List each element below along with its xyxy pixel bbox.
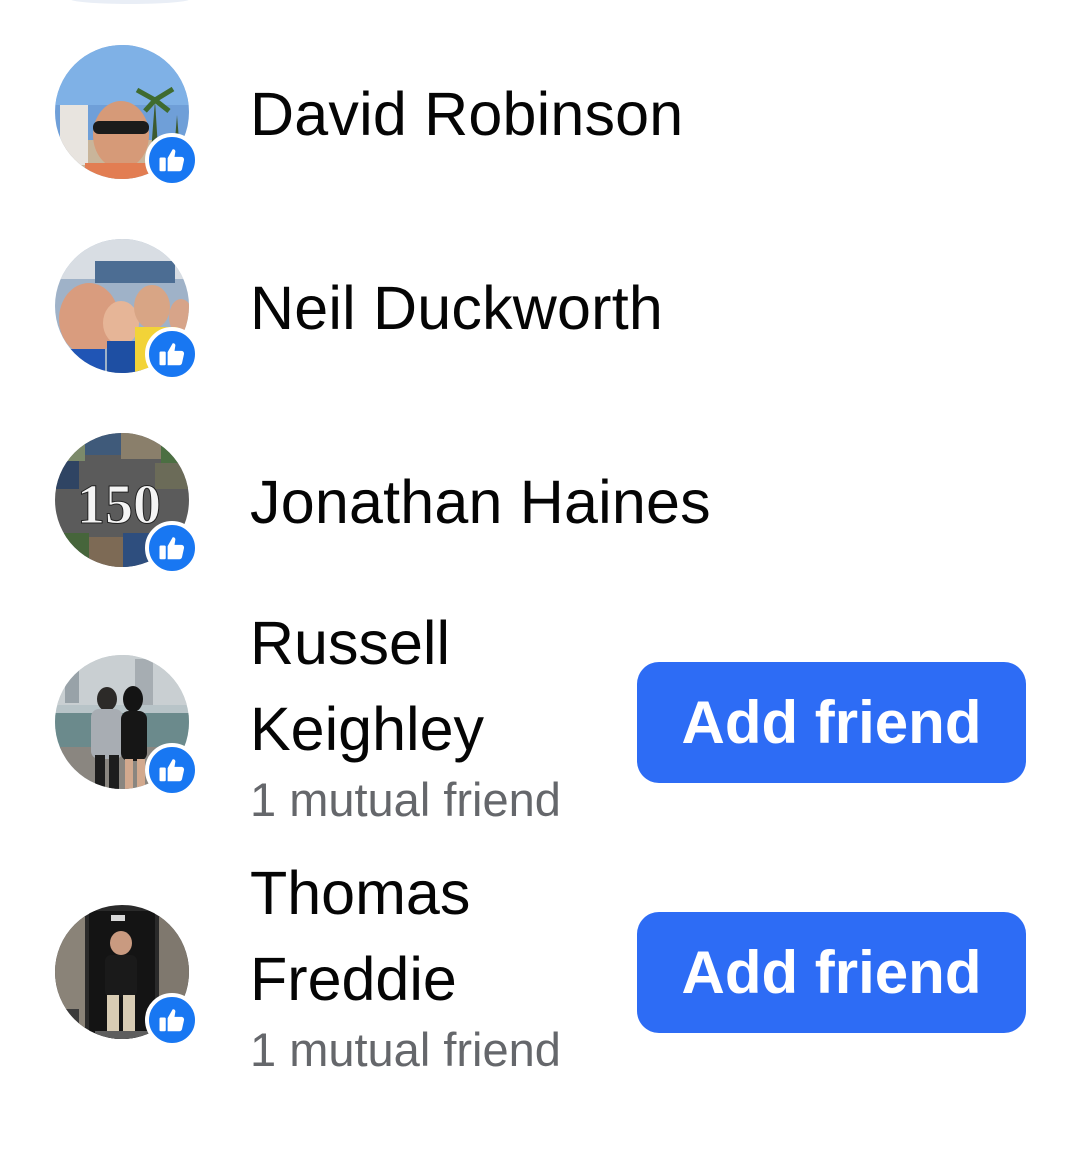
like-icon: [145, 521, 199, 575]
add-friend-button[interactable]: Add friend: [637, 662, 1026, 783]
reactor-name[interactable]: Neil Duckworth: [250, 265, 663, 351]
like-icon: [145, 327, 199, 381]
reactor-row[interactable]: Thomas Freddie 1 mutual friend Add frien…: [0, 850, 1080, 1095]
avatar[interactable]: [55, 905, 199, 1047]
add-friend-button[interactable]: Add friend: [637, 912, 1026, 1033]
mutual-friends[interactable]: 1 mutual friend: [250, 772, 561, 828]
like-icon: [145, 133, 199, 187]
reactor-name-line: Russell: [250, 609, 451, 677]
avatar[interactable]: [55, 239, 199, 381]
reactor-name[interactable]: David Robinson: [250, 71, 683, 157]
reactor-row[interactable]: Neil Duckworth: [0, 210, 1080, 405]
like-icon: [145, 993, 199, 1047]
like-icon: [145, 743, 199, 797]
reactor-name[interactable]: Thomas Freddie: [250, 850, 630, 1022]
avatar[interactable]: [55, 655, 199, 797]
avatar[interactable]: 150: [55, 433, 199, 575]
avatar-150-text: 150: [77, 474, 161, 536]
avatar[interactable]: [55, 45, 199, 187]
reactor-name-line: Thomas: [250, 859, 471, 927]
reactor-row[interactable]: David Robinson: [0, 0, 1080, 210]
reactor-name-line: Keighley: [250, 695, 484, 763]
reactor-name[interactable]: Jonathan Haines: [250, 459, 711, 545]
reactor-name-line: Freddie: [250, 945, 457, 1013]
mutual-friends[interactable]: 1 mutual friend: [250, 1022, 561, 1078]
reactor-row[interactable]: Russell Keighley 1 mutual friend Add fri…: [0, 600, 1080, 845]
reactor-row[interactable]: 150 Jonathan Haines: [0, 405, 1080, 600]
reactor-name[interactable]: Russell Keighley: [250, 600, 630, 772]
